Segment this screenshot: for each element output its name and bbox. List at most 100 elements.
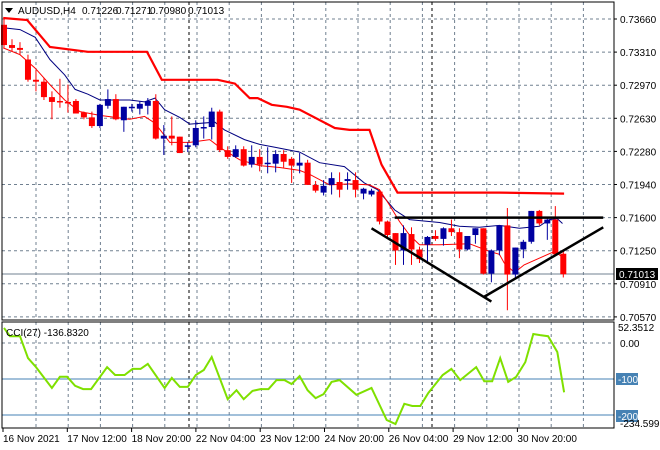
price-label: 0.70910: [620, 280, 657, 291]
candle-body: [528, 210, 535, 242]
time-label: 26 Nov 04:00: [389, 434, 449, 445]
candle-body: [432, 235, 439, 239]
candle-body: [448, 228, 455, 233]
price-label: 0.71250: [620, 247, 657, 258]
candle-body: [104, 99, 111, 106]
candle-body: [240, 149, 247, 166]
candle-body: [464, 235, 471, 250]
candle-body: [88, 117, 95, 127]
candle-body: [280, 154, 287, 162]
cci-zero-label: 0.00: [620, 339, 640, 350]
cci-min-label: -234.5991: [620, 419, 660, 430]
price-label: 0.71940: [620, 181, 657, 192]
candle-body: [320, 185, 327, 193]
current-price-label: 0.71013: [619, 270, 656, 281]
candle-body: [480, 228, 487, 274]
candle-body: [360, 188, 367, 194]
price-label: 0.73310: [620, 48, 657, 59]
candle-body: [328, 178, 335, 185]
time-label: 16 Nov 2021: [3, 434, 60, 445]
time-label: 17 Nov 12:00: [67, 434, 127, 445]
time-label: 24 Nov 20:00: [325, 434, 385, 445]
candle-body: [504, 225, 511, 275]
candle-body: [176, 136, 183, 154]
candle-body: [520, 241, 527, 250]
candle-body: [152, 100, 159, 139]
current-price-tag: 0.71013: [616, 268, 658, 281]
candle-body: [40, 81, 47, 98]
candle-body: [560, 253, 567, 275]
candle-body: [72, 100, 79, 114]
candle-bearish: [216, 109, 223, 153]
candle-body: [120, 106, 127, 121]
price-label: 0.72970: [620, 81, 657, 92]
cci-minus100-label: -100: [618, 375, 638, 386]
candle-body: [216, 111, 223, 151]
candle-bullish: [96, 103, 103, 128]
candle-bearish: [152, 94, 159, 140]
candle-body: [56, 100, 63, 103]
candle-body: [168, 135, 175, 139]
candle-body: [472, 228, 479, 236]
candle-body: [112, 99, 119, 120]
price-label: 0.72280: [620, 147, 657, 158]
candle-body: [32, 79, 39, 82]
candle-body: [496, 225, 503, 251]
candle-body: [288, 158, 295, 166]
candle-body: [160, 135, 167, 139]
time-label: 22 Nov 04:00: [196, 434, 256, 445]
time-label: 23 Nov 12:00: [260, 434, 320, 445]
candle-body: [24, 59, 31, 80]
candle-body: [552, 219, 559, 255]
candle-body: [8, 45, 15, 48]
symbol-label: AUDUSD,H4: [18, 6, 76, 17]
candle-body: [96, 104, 103, 127]
candle-body: [488, 250, 495, 274]
candle-bullish: [464, 235, 471, 251]
candle-body: [136, 103, 143, 109]
candle-body: [344, 179, 351, 182]
time-label: 30 Nov 20:00: [517, 434, 577, 445]
candle-body: [16, 47, 23, 50]
candle-body: [264, 162, 271, 165]
price-label: 0.73660: [620, 15, 657, 26]
candle-body: [256, 156, 263, 165]
candle-bearish: [480, 228, 487, 275]
time-label: 18 Nov 20:00: [132, 434, 192, 445]
price-label: 0.72630: [620, 114, 657, 125]
candle-body: [128, 106, 135, 109]
candle-body: [304, 162, 311, 185]
candle-body: [64, 101, 71, 104]
candle-body: [208, 111, 215, 128]
candle-bearish: [72, 99, 79, 114]
chart-canvas[interactable]: AUDUSD,H4 0.71226 0.71271 0.70980 0.7101…: [0, 0, 660, 450]
candle-body: [424, 236, 431, 245]
chart-header: AUDUSD,H4 0.71226 0.71271 0.70980 0.7101…: [5, 6, 225, 17]
candle-body: [512, 247, 519, 275]
candle-body: [544, 219, 551, 224]
open-value: 0.71226: [82, 6, 119, 17]
candle-body: [336, 181, 343, 190]
high-value: 0.71271: [116, 6, 153, 17]
candle-body: [384, 221, 391, 236]
candle-bullish: [528, 210, 535, 244]
candle-body: [272, 154, 279, 164]
candle-bearish: [304, 159, 311, 185]
close-value: 0.71013: [188, 6, 225, 17]
candle-body: [200, 127, 207, 129]
candle-body: [184, 145, 191, 147]
candle-body: [224, 150, 231, 157]
candle-body: [456, 232, 463, 250]
candle-bearish: [176, 136, 183, 154]
background: [0, 0, 660, 450]
candle-body: [144, 100, 151, 106]
candle-body: [408, 234, 415, 250]
cci-max-label: 52.3512: [618, 323, 655, 334]
candle-body: [296, 162, 303, 166]
price-label: 0.71600: [620, 214, 657, 225]
candle-bearish: [376, 189, 383, 225]
candle-body: [440, 228, 447, 239]
candle-body: [376, 191, 383, 222]
candle-body: [352, 180, 359, 190]
candle-bearish: [240, 146, 247, 167]
